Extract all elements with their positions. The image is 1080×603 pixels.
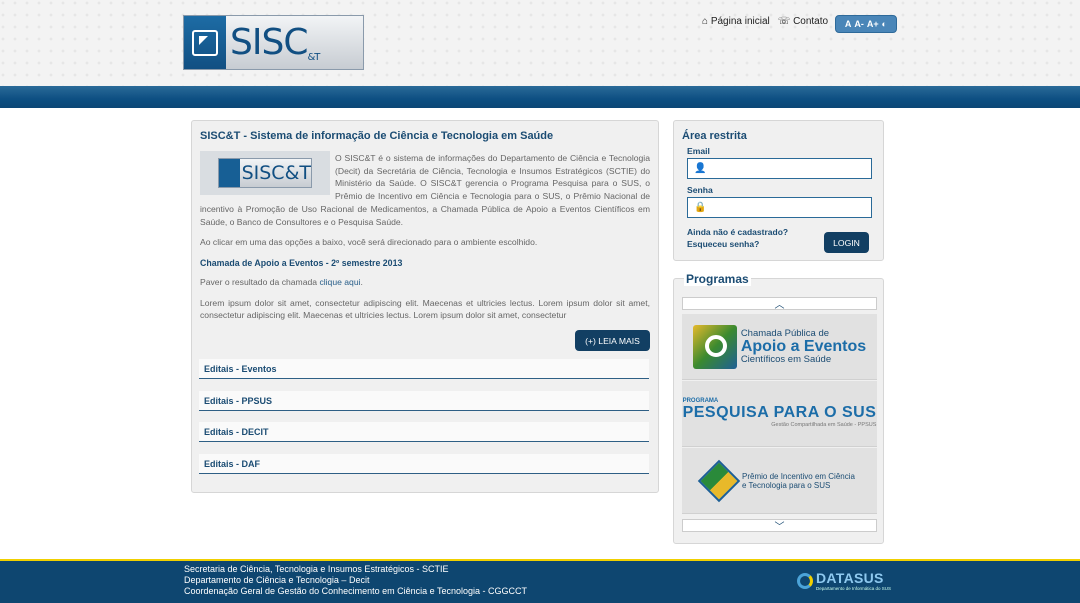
intro-text: Ao clicar em uma das opções a baixo, voc… — [200, 237, 538, 248]
editais-eventos[interactable]: Editais - Eventos — [199, 359, 649, 379]
scroll-up-button[interactable]: ︿ — [682, 297, 877, 311]
home-link[interactable]: ⌂ Página inicial — [702, 16, 770, 27]
chevron-up-icon: ︿ — [774, 300, 785, 311]
program-pesquisa-sus[interactable]: PROGRAMA PESQUISA PARA O SUS Gestão Compar… — [682, 381, 877, 447]
programs-title: Programas — [684, 272, 751, 286]
main-panel: SISC&T - Sistema de informação de Ciênci… — [191, 120, 659, 493]
contact-link[interactable]: ☏ Contato — [778, 16, 828, 27]
font-size-controls: A A- A+ ◐ — [835, 15, 897, 33]
program-apoio-eventos[interactable]: Chamada Pública de Apoio a Eventos Científ… — [682, 314, 877, 380]
scroll-down-button[interactable]: ﹀ — [682, 519, 877, 533]
login-title: Área restrita — [682, 130, 747, 142]
footer-text: Secretaria de Ciência, Tecnologia e Insu… — [184, 564, 528, 596]
password-field[interactable]: 🔒 — [687, 197, 872, 218]
sisct-thumbnail: SISC&T — [200, 151, 330, 195]
footer: Secretaria de Ciência, Tecnologia e Insu… — [0, 559, 1080, 603]
email-label: Email — [687, 146, 710, 156]
chevron-down-icon: ﹀ — [774, 522, 785, 533]
editais-decit[interactable]: Editais - DECIT — [199, 422, 649, 442]
logo-text: SISC — [230, 22, 308, 63]
page-title: SISC&T - Sistema de informação de Ciênci… — [200, 130, 554, 142]
contrast-icon[interactable]: ◐ — [882, 19, 887, 29]
login-panel: Área restrita Email 👤 Senha 🔒 Ainda não … — [673, 120, 884, 261]
search-icon — [692, 324, 737, 369]
phone-icon: ☏ — [777, 16, 791, 27]
user-icon: 👤 — [694, 163, 707, 174]
sisct-logo[interactable]: SISC&T — [183, 15, 364, 70]
font-reset-button[interactable]: A — [845, 19, 852, 29]
editais-daf[interactable]: Editais - DAF — [199, 454, 649, 474]
header — [0, 0, 1080, 86]
lorem-text: Lorem ipsum dolor sit amet, consectetur … — [200, 297, 650, 321]
result-link[interactable]: clique aqui — [319, 277, 360, 287]
program-premio-incentivo[interactable]: Prêmio de Incentivo em Ciência e Tecnolog… — [682, 448, 877, 514]
read-more-button[interactable]: (+) LEIA MAIS — [575, 330, 650, 351]
call-subtitle: Chamada de Apoio a Eventos - 2º semestre… — [200, 257, 403, 268]
font-decrease-button[interactable]: A- — [854, 19, 864, 29]
datasus-icon — [797, 572, 813, 589]
email-field[interactable]: 👤 — [687, 158, 872, 179]
login-button[interactable]: LOGIN — [824, 232, 869, 253]
home-icon: ⌂ — [702, 16, 709, 27]
premio-logo-icon — [697, 459, 741, 502]
top-links: ⌂ Página inicial ☏ Contato — [702, 16, 828, 27]
result-text: Paver o resultado da chamada clique aqui… — [200, 276, 363, 287]
cursor-icon — [184, 16, 226, 69]
font-increase-button[interactable]: A+ — [867, 19, 879, 29]
password-label: Senha — [687, 185, 713, 195]
programs-panel: Programas ︿ Chamada Pública de Apoio a Ev… — [673, 272, 884, 544]
logo-amp: &T — [307, 52, 320, 63]
header-band — [0, 86, 1080, 108]
editais-ppsus[interactable]: Editais - PPSUS — [199, 391, 649, 411]
datasus-logo[interactable]: DATASUS Departamento de Informática do SU… — [797, 570, 891, 591]
lock-icon: 🔒 — [694, 202, 707, 213]
